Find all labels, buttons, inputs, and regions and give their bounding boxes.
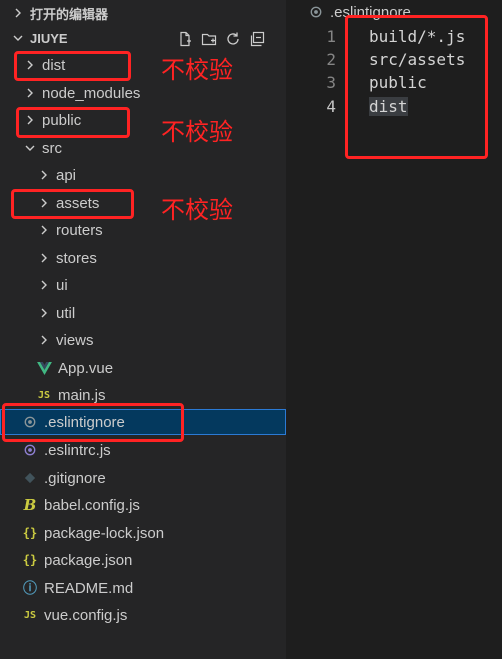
line-number: 2 (326, 49, 336, 69)
tree-item-label: package.json (44, 551, 133, 569)
code-text: build/*.js (369, 26, 466, 46)
code-line[interactable]: 2 src/assets (286, 47, 502, 71)
tree-file-main-js[interactable]: JS main.js (0, 382, 286, 408)
chevron-right-icon (36, 222, 52, 238)
tree-item-label: routers (56, 221, 103, 239)
json-icon: {} (22, 553, 38, 567)
tree-file-vue-config[interactable]: JS vue.config.js (0, 602, 286, 628)
tree-item-label: vue.config.js (44, 606, 128, 624)
tree-file-gitignore[interactable]: .gitignore (0, 465, 286, 491)
chevron-right-icon (10, 5, 26, 21)
tree-file-package-lock[interactable]: {} package-lock.json (0, 520, 286, 546)
annotation-no-check-assets: 不校验 (161, 196, 233, 224)
tree-file-app-vue[interactable]: App.vue (0, 355, 286, 381)
git-icon (22, 472, 38, 484)
chevron-down-icon (10, 30, 26, 46)
tree-file-eslintrc-js[interactable]: .eslintrc.js (0, 437, 286, 463)
tree-folder-dist[interactable]: dist (0, 52, 286, 78)
chevron-right-icon (36, 305, 52, 321)
tree-item-label: README.md (44, 579, 134, 597)
code-line[interactable]: 1 build/*.js (286, 24, 502, 48)
refresh-icon[interactable] (224, 30, 242, 48)
new-folder-icon[interactable] (200, 30, 218, 48)
code-line[interactable]: 3 public (286, 70, 502, 94)
editor-tab[interactable]: .eslintignore (308, 2, 411, 22)
code-text: src/assets (369, 49, 466, 69)
chevron-down-icon (22, 140, 38, 156)
tree-folder-src[interactable]: src (0, 135, 286, 161)
vue-icon (36, 361, 52, 375)
tree-item-label: stores (56, 249, 97, 267)
open-editors-section[interactable]: 打开的编辑器 (0, 0, 286, 26)
new-file-icon[interactable] (176, 30, 194, 48)
tree-folder-stores[interactable]: stores (0, 245, 286, 271)
tree-item-label: ui (56, 276, 68, 294)
js-icon: JS (37, 389, 51, 401)
line-number: 3 (326, 72, 336, 92)
tree-folder-ui[interactable]: ui (0, 272, 286, 298)
editor-tab-title: .eslintignore (330, 3, 411, 21)
tree-folder-api[interactable]: api (0, 162, 286, 188)
tree-item-label: util (56, 304, 76, 322)
code-text: dist (369, 96, 408, 116)
line-number: 1 (326, 26, 336, 46)
tree-item-label: .gitignore (44, 469, 106, 487)
tree-item-label: .eslintignore (44, 413, 125, 431)
chevron-right-icon (36, 250, 52, 266)
ignore-icon (308, 6, 324, 18)
readme-icon: ⓘ (23, 581, 37, 597)
line-number: 4 (326, 96, 336, 116)
chevron-right-icon (36, 332, 52, 348)
tree-item-label: .eslintrc.js (44, 441, 111, 459)
chevron-right-icon (36, 167, 52, 183)
eslint-icon (22, 444, 38, 456)
chevron-right-icon (22, 112, 38, 128)
code-line-active[interactable]: 4 dist (286, 94, 502, 118)
tree-item-label: node_modules (42, 84, 141, 102)
open-editors-label: 打开的编辑器 (30, 6, 109, 22)
tree-folder-node-modules[interactable]: node_modules (0, 80, 286, 106)
chevron-right-icon (22, 57, 38, 73)
annotation-no-check-public: 不校验 (161, 118, 233, 146)
tree-file-readme[interactable]: ⓘ README.md (0, 575, 286, 601)
tree-item-label: src (42, 139, 62, 157)
tree-item-label: views (56, 331, 94, 349)
chevron-right-icon (36, 277, 52, 293)
tree-folder-routers[interactable]: routers (0, 217, 286, 243)
tree-item-label: public (42, 111, 82, 129)
chevron-right-icon (36, 195, 52, 211)
tree-item-label: App.vue (58, 359, 114, 377)
json-icon: {} (22, 526, 38, 540)
tree-folder-public[interactable]: public (0, 107, 286, 133)
tree-file-eslintignore[interactable]: .eslintignore (0, 409, 286, 435)
chevron-right-icon (22, 85, 38, 101)
tree-folder-assets[interactable]: assets (0, 190, 286, 216)
tree-item-label: main.js (58, 386, 106, 404)
tree-folder-views[interactable]: views (0, 327, 286, 353)
tree-item-label: dist (42, 56, 66, 74)
explorer-panel: 打开的编辑器 JIUYE dist node_modules public sr… (0, 0, 286, 659)
project-label: JIUYE (30, 30, 68, 46)
collapse-all-icon[interactable] (248, 30, 266, 48)
tree-item-label: package-lock.json (44, 524, 165, 542)
tree-item-label: babel.config.js (44, 496, 140, 514)
tree-item-label: assets (56, 194, 100, 212)
js-icon: JS (23, 609, 37, 621)
code-text: public (369, 72, 427, 92)
tree-file-package-json[interactable]: {} package.json (0, 547, 286, 573)
tree-item-label: api (56, 166, 77, 184)
ignore-icon (22, 416, 38, 428)
explorer-toolbar (176, 29, 266, 49)
tree-folder-util[interactable]: util (0, 300, 286, 326)
editor-panel: .eslintignore 1 build/*.js 2 src/assets … (286, 0, 502, 659)
tree-file-babel-config[interactable]: B babel.config.js (0, 492, 286, 518)
annotation-no-check-dist: 不校验 (161, 56, 233, 84)
babel-icon: B (23, 496, 37, 514)
